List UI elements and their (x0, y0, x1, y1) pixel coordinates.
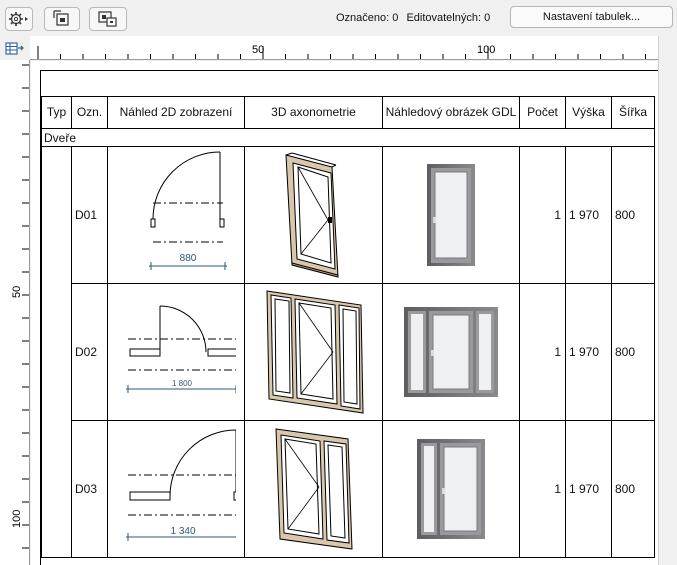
door-gdl-image (417, 439, 485, 539)
axonometry-cell[interactable] (244, 420, 383, 558)
axonometry-cell[interactable] (244, 146, 383, 284)
door-3d-model (274, 428, 353, 550)
col-header-type[interactable]: Typ (41, 96, 72, 129)
count-cell[interactable]: 1 (519, 420, 566, 558)
col-header-2d-preview[interactable]: Náhled 2D zobrazení (107, 96, 245, 129)
col-header-3d-axonometry[interactable]: 3D axonometrie (244, 96, 383, 129)
ruler-top-label-100: 100 (477, 44, 495, 56)
id-cell[interactable]: D01 (71, 146, 108, 284)
col-header-width[interactable]: Šířka (611, 96, 655, 129)
dimension-label: 1 800 (172, 379, 193, 388)
door-3d-model (265, 290, 364, 414)
schedule-canvas: Typ Ozn. Náhled 2D zobrazení 3D axonomet… (31, 61, 658, 565)
count-cell[interactable]: 1 (519, 146, 566, 284)
door-gdl-image (404, 307, 498, 397)
col-header-height[interactable]: Výška (565, 96, 612, 129)
id-cell[interactable]: D03 (71, 420, 108, 558)
count-cell[interactable]: 1 (519, 283, 566, 421)
ruler-corner (0, 36, 30, 60)
col-header-count[interactable]: Počet (519, 96, 566, 129)
height-cell[interactable]: 1 970 (565, 283, 612, 421)
table-row[interactable]: D03 1 340 1 1 970 800 (42, 420, 655, 558)
width-cell[interactable]: 800 (611, 146, 655, 284)
height-cell[interactable]: 1 970 (565, 420, 612, 558)
type-cell[interactable] (41, 146, 72, 558)
ruler-left-label-100: 100 (11, 510, 23, 528)
gear-dropdown-icon[interactable] (5, 7, 33, 31)
gdl-preview-cell[interactable] (382, 283, 520, 421)
group-label[interactable]: Dveře (41, 128, 655, 147)
col-header-id[interactable]: Ozn. (71, 96, 108, 129)
selected-count: Označeno: 0 (336, 12, 399, 24)
dimension-label: 880 (180, 253, 197, 264)
ruler-vertical[interactable]: 50 100 (0, 60, 30, 565)
group-row: Dveře (41, 128, 655, 147)
zoom-selection-icon[interactable] (89, 7, 127, 31)
col-header-gdl-preview[interactable]: Náhledový obrázek GDL (382, 96, 520, 129)
plan-preview-cell[interactable]: 1 340 (107, 420, 245, 558)
width-cell[interactable]: 800 (611, 420, 655, 558)
door-schedule-table: Typ Ozn. Náhled 2D zobrazení 3D axonomet… (41, 96, 655, 558)
schedule-options-icon[interactable] (5, 40, 25, 56)
ruler-horizontal[interactable]: 50 100 (30, 36, 658, 60)
door-plan-symbol: 1 340 (126, 429, 236, 541)
table-row[interactable]: D01 880 1 1 970 800 (41, 146, 655, 558)
id-cell[interactable]: D02 (71, 283, 108, 421)
ruler-left-label-50: 50 (11, 286, 23, 298)
door-3d-model (284, 152, 339, 278)
plan-preview-cell[interactable]: 880 (107, 146, 245, 284)
schedule-settings-button[interactable]: Nastavení tabulek... (510, 6, 673, 28)
gdl-preview-cell[interactable] (382, 420, 520, 558)
axonometry-cell[interactable] (244, 283, 383, 421)
height-cell[interactable]: 1 970 (565, 146, 612, 284)
table-header-row: Typ Ozn. Náhled 2D zobrazení 3D axonomet… (41, 96, 655, 129)
schedule-sheet: Typ Ozn. Náhled 2D zobrazení 3D axonomet… (40, 70, 658, 565)
door-plan-symbol: 1 800 (126, 305, 236, 393)
door-gdl-image (427, 164, 475, 266)
selection-status: Označeno: 0 Editovatelných: 0 (336, 12, 495, 24)
toolbar: Označeno: 0 Editovatelných: 0 Nastavení … (0, 0, 677, 36)
vertical-scrollbar[interactable] (658, 36, 677, 565)
dimension-label: 1 340 (170, 526, 195, 537)
plan-preview-cell[interactable]: 1 800 (107, 283, 245, 421)
editable-count: Editovatelných: 0 (406, 12, 491, 24)
fit-window-icon[interactable] (44, 7, 80, 31)
ruler-top-label-50: 50 (252, 44, 264, 56)
gdl-preview-cell[interactable] (382, 146, 520, 284)
width-cell[interactable]: 800 (611, 283, 655, 421)
door-plan-symbol: 880 (149, 151, 227, 270)
table-row[interactable]: D02 1 800 1 1 970 800 (42, 283, 655, 421)
